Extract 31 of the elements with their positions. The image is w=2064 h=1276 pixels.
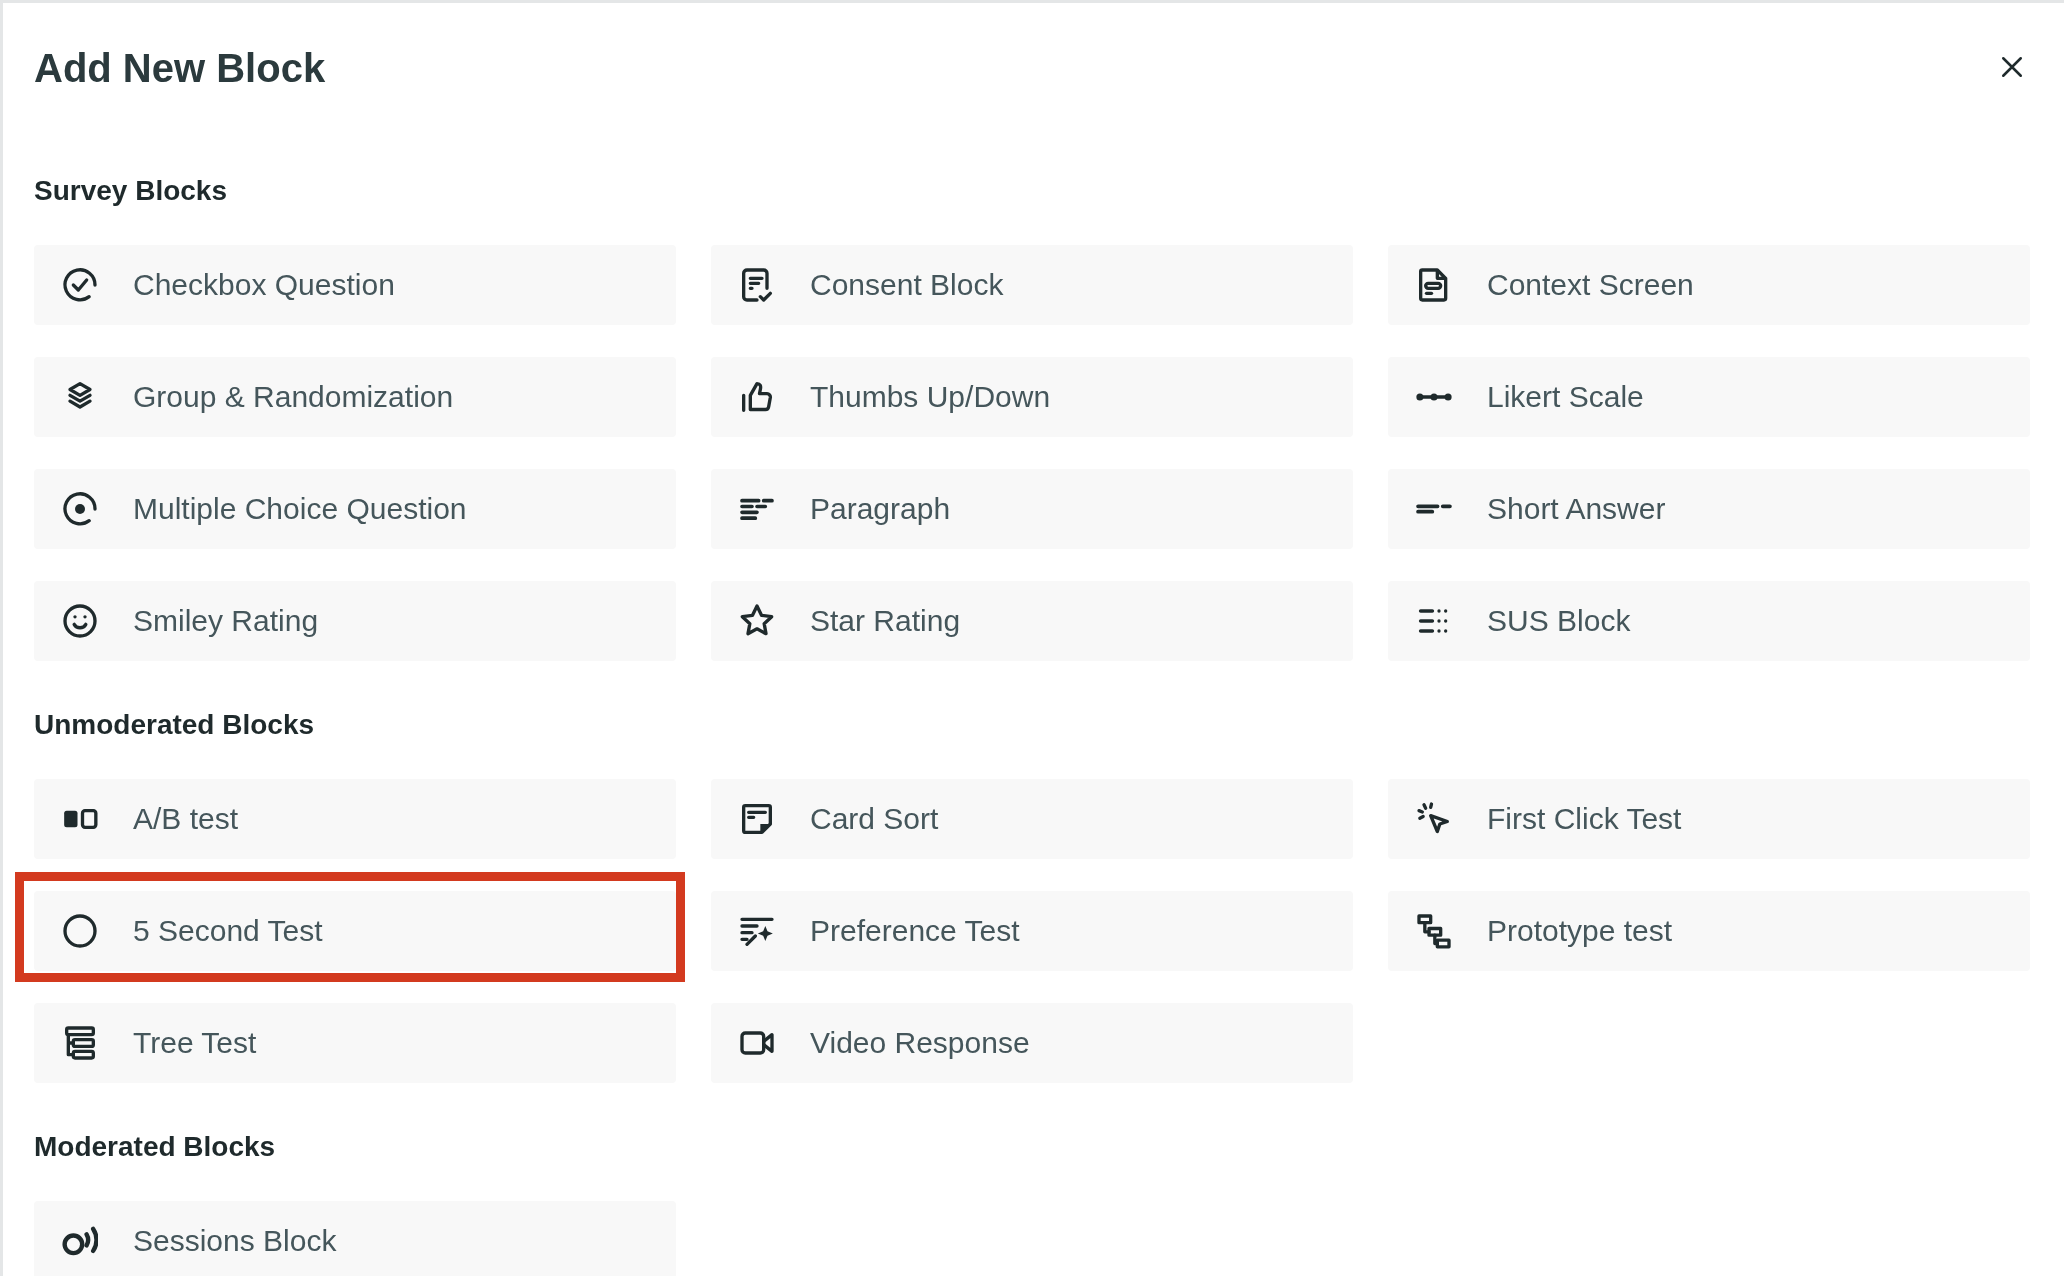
block-option[interactable]: Short Answer (1388, 469, 2030, 549)
block-option[interactable]: Prototype test (1388, 891, 2030, 971)
block-option[interactable]: Tree Test (34, 1003, 676, 1083)
block-option[interactable]: 5 Second Test (34, 891, 676, 971)
block-option[interactable]: Star Rating (711, 581, 1353, 661)
block-option[interactable]: Group & Randomization (34, 357, 676, 437)
block-option[interactable]: A/B test (34, 779, 676, 859)
block-option[interactable]: Card Sort (711, 779, 1353, 859)
section-heading: Survey Blocks (34, 174, 228, 208)
block-option[interactable]: Video Response (711, 1003, 1353, 1083)
block-option[interactable]: Smiley Rating (34, 581, 676, 661)
section-heading: Moderated Blocks (34, 1130, 277, 1164)
block-option[interactable]: Consent Block (711, 245, 1353, 325)
block-option[interactable]: First Click Test (1388, 779, 2030, 859)
dialog-title: Add New Block (34, 44, 326, 91)
flow-boxes-icon (1414, 911, 1454, 951)
dots-line-icon (1416, 393, 1452, 401)
block-option[interactable]: Preference Test (711, 891, 1353, 971)
section-heading: Unmoderated Blocks (34, 708, 316, 742)
block-option[interactable]: Paragraph (711, 469, 1353, 549)
broadcast-icon (62, 1226, 98, 1256)
block-option[interactable]: Multiple Choice Question (34, 469, 676, 549)
smiley-icon (60, 601, 100, 641)
block-option[interactable]: Checkbox Question (34, 245, 676, 325)
block-option[interactable]: SUS Block (1388, 581, 2030, 661)
circle-icon (60, 911, 100, 951)
block-option[interactable]: Sessions Block (34, 1201, 676, 1276)
short-lines-icon (1416, 504, 1452, 514)
block-option[interactable]: Context Screen (1388, 245, 2030, 325)
block-option[interactable]: Likert Scale (1388, 357, 2030, 437)
block-option[interactable]: Thumbs Up/Down (711, 357, 1353, 437)
